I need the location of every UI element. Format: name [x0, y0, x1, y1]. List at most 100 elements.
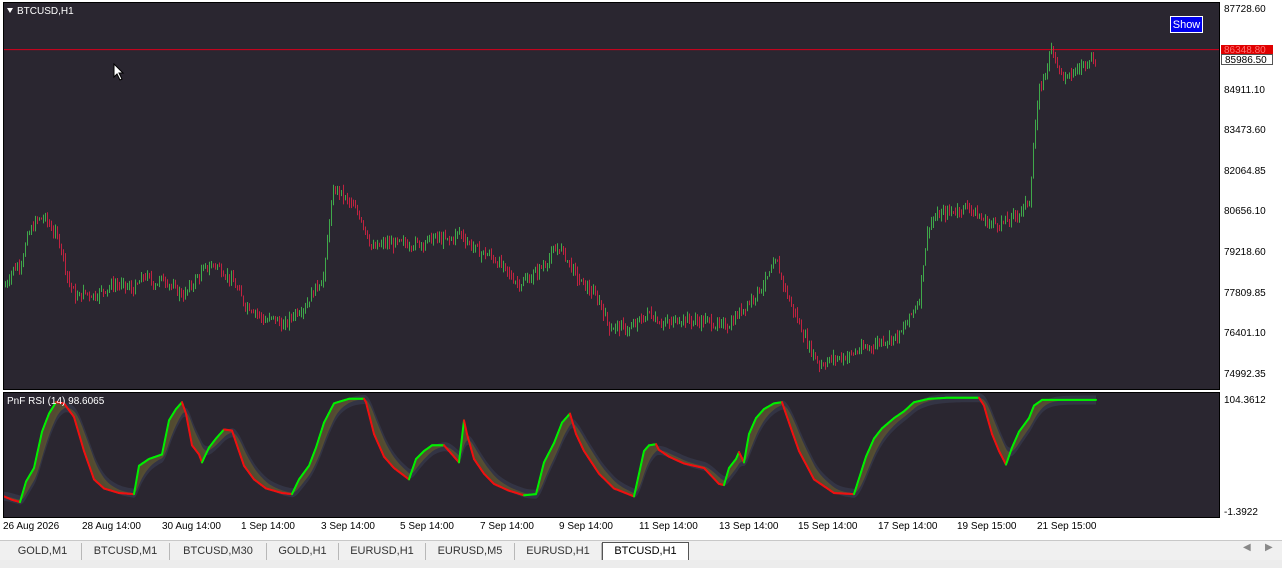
candle-body — [529, 278, 530, 283]
candle — [765, 271, 766, 292]
candle-body — [771, 268, 772, 273]
candle — [745, 308, 746, 317]
candle — [809, 340, 810, 353]
rsi-panel[interactable]: PnF RSI (14) 98.6065 — [3, 392, 1220, 518]
show-button[interactable]: Show — [1170, 16, 1203, 33]
candle-body — [677, 318, 678, 324]
candle — [389, 235, 390, 250]
candle-body — [1067, 75, 1068, 77]
candle-body — [885, 342, 886, 344]
candle-body — [143, 275, 144, 278]
candle — [731, 315, 732, 331]
candle — [427, 235, 428, 244]
candle — [505, 263, 506, 272]
candle-body — [1061, 68, 1062, 73]
candle — [155, 282, 156, 290]
candle — [67, 270, 68, 284]
tab-btcusd-m1[interactable]: BTCUSD,M1 — [82, 543, 170, 560]
candle-body — [281, 322, 282, 329]
candle — [363, 220, 364, 231]
time-axis-label: 13 Sep 14:00 — [719, 521, 779, 532]
candle — [77, 290, 78, 301]
candle — [685, 316, 686, 328]
tab-btcusd-h1[interactable]: BTCUSD,H1 — [602, 542, 689, 561]
candle-body — [1047, 67, 1048, 74]
rsi-axis-min: -1.3922 — [1224, 507, 1258, 518]
candle — [93, 293, 94, 301]
tab-btcusd-m30[interactable]: BTCUSD,M30 — [170, 543, 267, 560]
candle-body — [301, 313, 302, 315]
symbol-title[interactable]: BTCUSD,H1 — [7, 6, 74, 17]
candle — [519, 279, 520, 292]
dropdown-triangle-icon[interactable] — [7, 8, 13, 13]
candle-body — [95, 293, 96, 299]
candle-body — [387, 241, 388, 245]
candle — [127, 282, 128, 291]
candle-body — [113, 281, 114, 288]
price-panel[interactable]: BTCUSD,H1 Show — [3, 2, 1220, 390]
candle-body — [723, 321, 724, 323]
candle — [961, 209, 962, 218]
tabs-scroll-right-icon[interactable]: ▶ — [1265, 542, 1273, 553]
candle-body — [1077, 68, 1078, 70]
candle — [967, 200, 968, 210]
candle-body — [521, 284, 522, 289]
candle-body — [257, 311, 258, 314]
tab-gold-m1[interactable]: GOLD,M1 — [4, 543, 82, 560]
candle — [911, 312, 912, 316]
candle-body — [235, 282, 236, 288]
candle — [583, 277, 584, 286]
candle-body — [327, 239, 328, 260]
candle-body — [355, 206, 356, 208]
candle — [441, 231, 442, 245]
tab-eurusd-m5[interactable]: EURUSD,M5 — [426, 543, 515, 560]
candle — [1047, 63, 1048, 80]
candle-body — [735, 314, 736, 324]
candle — [817, 355, 818, 364]
candle-body — [877, 340, 878, 345]
candle-body — [777, 259, 778, 262]
candle — [29, 230, 30, 236]
candle — [237, 285, 238, 291]
candle-body — [791, 301, 792, 305]
candle-body — [367, 230, 368, 238]
candle-body — [899, 331, 900, 340]
candle — [643, 315, 644, 323]
candle-body — [699, 321, 700, 326]
candle — [65, 253, 66, 276]
candle-body — [53, 230, 54, 234]
candle-body — [357, 207, 358, 213]
candle-body — [955, 212, 956, 214]
candle — [459, 227, 460, 235]
candle — [285, 316, 286, 331]
candle-body — [625, 324, 626, 332]
tab-eurusd-h1[interactable]: EURUSD,H1 — [339, 543, 426, 560]
candle-body — [185, 291, 186, 298]
candle-body — [65, 255, 66, 272]
candle — [165, 276, 166, 289]
candle-body — [977, 209, 978, 219]
candle — [693, 320, 694, 327]
candle-body — [487, 254, 488, 256]
candle-body — [867, 347, 868, 349]
candle-body — [219, 265, 220, 267]
candle — [837, 355, 838, 362]
candle-body — [1045, 73, 1046, 76]
candle — [369, 234, 370, 247]
symbol-title-text: BTCUSD,H1 — [17, 6, 74, 17]
candle — [1083, 61, 1084, 69]
candle — [1051, 42, 1052, 55]
candle-body — [21, 263, 22, 269]
tab-eurusd-h1-2[interactable]: EURUSD,H1 — [515, 543, 602, 560]
tab-gold-h1[interactable]: GOLD,H1 — [267, 543, 339, 560]
candle-body — [137, 283, 138, 285]
candle — [329, 219, 330, 243]
candle-body — [147, 274, 148, 279]
chart-window[interactable]: BTCUSD,H1 Show PnF RSI (14) 98.6065 8772… — [0, 0, 1282, 540]
candle — [355, 199, 356, 209]
candle-body — [853, 353, 854, 355]
mouse-pointer-icon — [113, 63, 125, 81]
tabs-scroll-left-icon[interactable]: ◀ — [1243, 542, 1251, 553]
candle — [531, 274, 532, 284]
time-axis-label: 19 Sep 15:00 — [957, 521, 1017, 532]
